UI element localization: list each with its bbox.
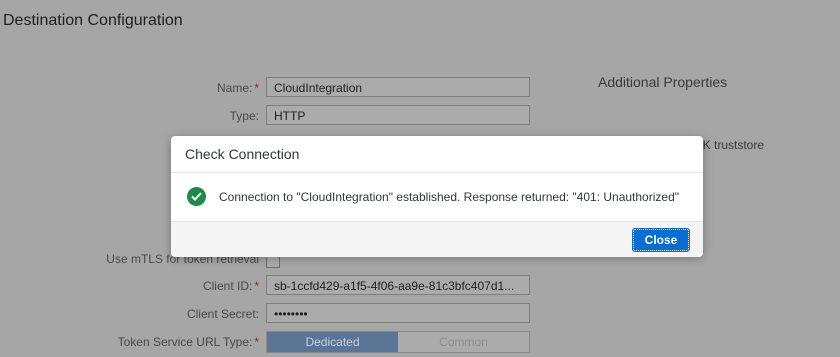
name-field[interactable]: CloudIntegration bbox=[266, 77, 530, 97]
client-secret-label: Client Secret: bbox=[9, 307, 259, 321]
type-field[interactable]: HTTP bbox=[266, 105, 530, 125]
type-label-text: Type: bbox=[229, 109, 259, 123]
client-secret-field[interactable]: •••••••• bbox=[266, 303, 530, 323]
token-url-type-common[interactable]: Common bbox=[398, 332, 529, 352]
token-url-type-label: Token Service URL Type: * bbox=[9, 335, 259, 349]
dialog-title: Check Connection bbox=[171, 136, 703, 173]
type-label: Type: bbox=[9, 109, 259, 123]
token-url-type-label-text: Token Service URL Type: bbox=[117, 335, 253, 349]
dialog-message: Connection to "CloudIntegration" establi… bbox=[219, 189, 679, 204]
name-label: Name: * bbox=[9, 81, 259, 95]
close-button[interactable]: Close bbox=[632, 228, 690, 252]
required-marker: * bbox=[254, 279, 259, 293]
client-id-field[interactable]: sb-1ccfd429-a1f5-4f06-aa9e-81c3bfc407d1.… bbox=[266, 275, 530, 295]
name-label-text: Name: bbox=[216, 81, 253, 95]
required-marker: * bbox=[254, 81, 259, 95]
page-title: Destination Configuration bbox=[3, 12, 183, 29]
dialog-footer: Close bbox=[171, 221, 703, 257]
jdk-truststore-label: DK truststore bbox=[694, 138, 765, 152]
required-marker: * bbox=[254, 335, 259, 349]
success-check-icon bbox=[187, 187, 206, 206]
token-url-type-selector: Dedicated Common bbox=[266, 331, 530, 353]
dialog-body: Connection to "CloudIntegration" establi… bbox=[171, 173, 703, 220]
client-id-label: Client ID: * bbox=[9, 279, 259, 293]
additional-properties-heading: Additional Properties bbox=[598, 74, 728, 90]
client-secret-label-text: Client Secret: bbox=[186, 307, 259, 321]
client-id-label-text: Client ID: bbox=[202, 279, 253, 293]
token-url-type-dedicated[interactable]: Dedicated bbox=[267, 332, 398, 352]
check-connection-dialog: Check Connection Connection to "CloudInt… bbox=[171, 136, 703, 257]
